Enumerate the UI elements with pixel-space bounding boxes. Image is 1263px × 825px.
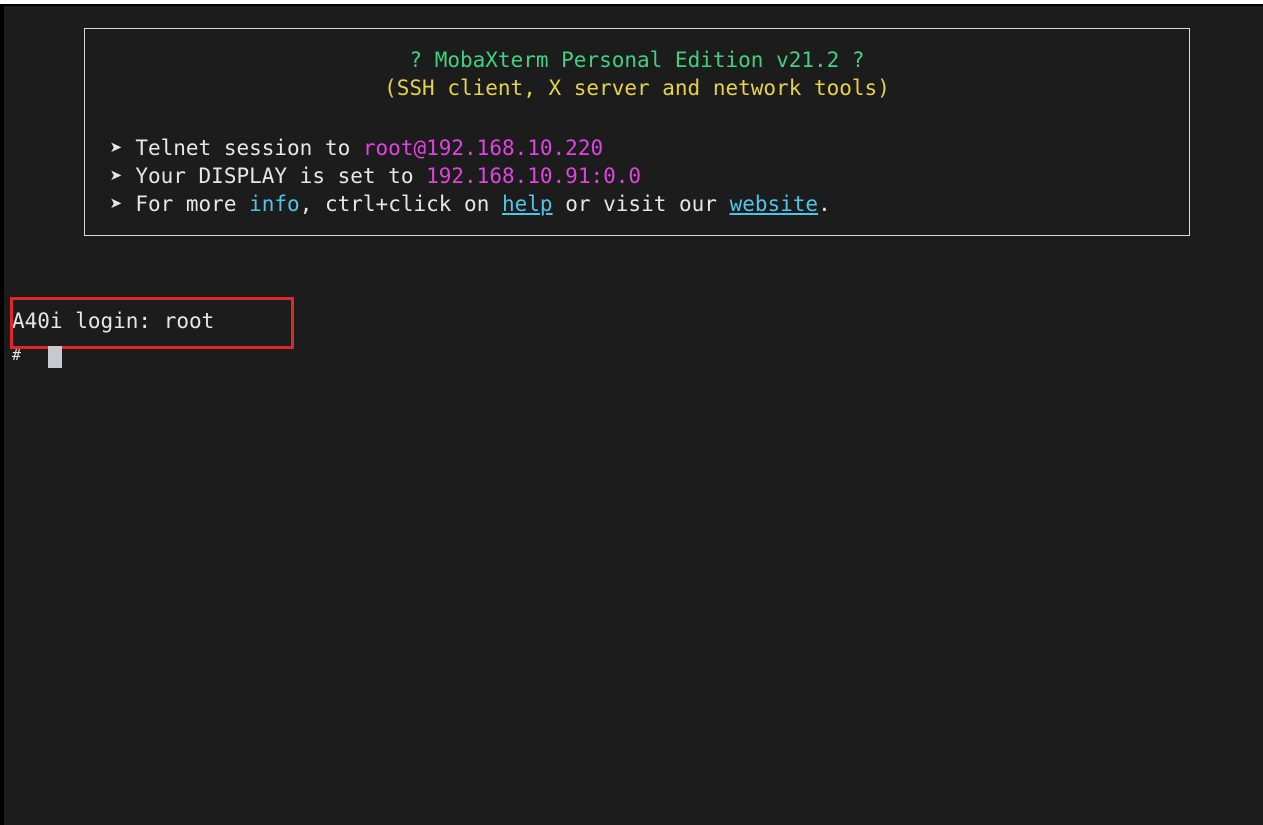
terminal-window[interactable]: ? MobaXterm Personal Edition v21.2 ? (SS…	[0, 4, 1263, 825]
info-line: ➤ For more info, ctrl+click on help or v…	[110, 191, 831, 217]
welcome-banner: ? MobaXterm Personal Edition v21.2 ? (SS…	[84, 28, 1190, 236]
shell-prompt: #	[12, 346, 22, 364]
session-host: root@192.168.10.220	[362, 136, 604, 160]
banner-title: ? MobaXterm Personal Edition v21.2 ?	[409, 48, 865, 72]
website-link[interactable]: website	[730, 192, 819, 216]
login-highlight-box	[10, 297, 294, 349]
info-middle: , ctrl+click on	[299, 192, 502, 216]
info-end: .	[818, 192, 831, 216]
help-link[interactable]: help	[502, 192, 553, 216]
display-value: 192.168.10.91:0.0	[426, 164, 642, 188]
bullet-arrow-icon: ➤	[110, 136, 123, 160]
banner-subtitle: (SSH client, X server and network tools)	[384, 76, 890, 100]
session-prefix: Telnet session to	[135, 136, 363, 160]
display-prefix: Your DISPLAY is set to	[135, 164, 427, 188]
info-or: or visit our	[552, 192, 730, 216]
text-cursor	[48, 346, 62, 368]
info-link[interactable]: info	[249, 192, 300, 216]
info-prefix: For more	[135, 192, 250, 216]
display-line: ➤ Your DISPLAY is set to 192.168.10.91:0…	[110, 163, 641, 189]
bullet-arrow-icon: ➤	[110, 164, 123, 188]
bullet-arrow-icon: ➤	[110, 192, 123, 216]
session-line: ➤ Telnet session to root@192.168.10.220	[110, 135, 603, 161]
